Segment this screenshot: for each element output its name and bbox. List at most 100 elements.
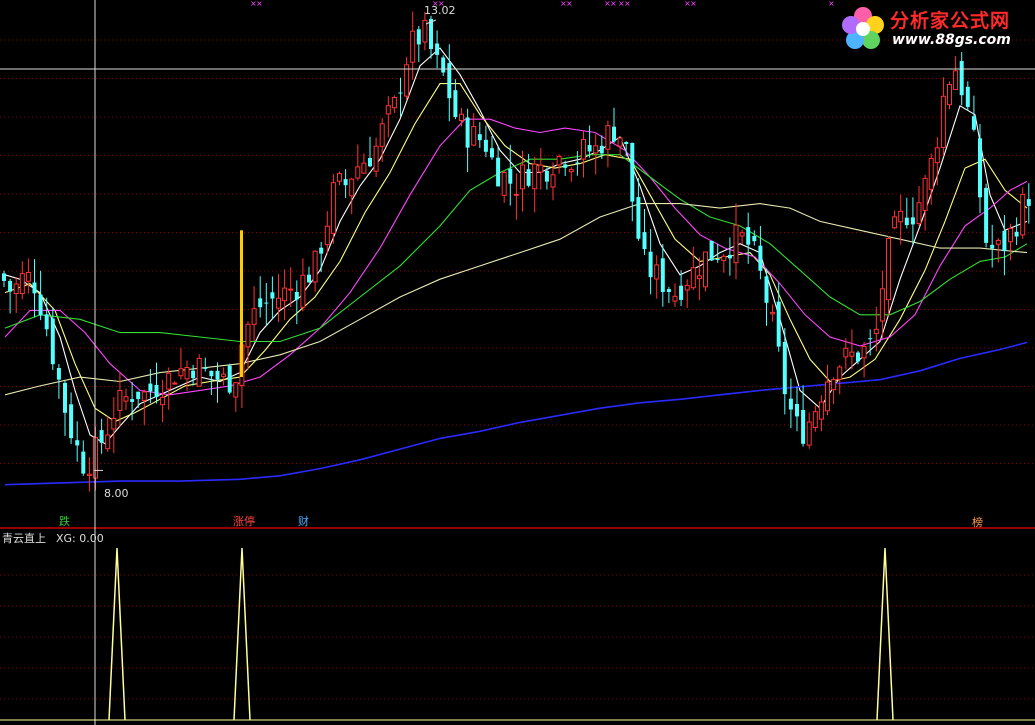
candle-down xyxy=(642,232,647,250)
candle-up xyxy=(538,164,544,173)
candle-down xyxy=(477,134,482,141)
candle-down xyxy=(666,289,671,292)
candle-down xyxy=(959,61,964,96)
candle-up xyxy=(940,95,946,148)
top-marker: × xyxy=(828,0,835,8)
candle-down xyxy=(526,169,531,186)
candle-up xyxy=(355,166,361,179)
candle-up xyxy=(581,139,586,160)
candle-up xyxy=(532,163,538,190)
logo-url: www.88gs.com xyxy=(892,32,1011,48)
candle-down xyxy=(612,126,616,142)
site-logo[interactable]: 分析家公式网 www.88gs.com xyxy=(838,4,1033,54)
candle-up xyxy=(330,182,336,234)
candle-down xyxy=(978,138,982,198)
candle-down xyxy=(69,404,74,439)
candle-up xyxy=(654,264,660,280)
candle-down xyxy=(758,245,763,271)
candle-down xyxy=(130,399,135,402)
candle-down xyxy=(227,365,232,393)
candle-up xyxy=(245,323,251,348)
candle-down xyxy=(856,352,860,362)
candle-down xyxy=(8,280,13,292)
top-marks: × × × × × × × × × × × × × xyxy=(250,0,835,8)
candle-down xyxy=(209,370,214,377)
candle-down xyxy=(38,294,43,316)
candle-up xyxy=(123,396,129,402)
candle-up xyxy=(178,368,184,377)
candle-up xyxy=(928,158,934,190)
candle-down xyxy=(1014,231,1019,237)
candle-down xyxy=(746,227,751,245)
candle-up xyxy=(19,273,25,295)
candle-down xyxy=(50,318,55,365)
candle-down xyxy=(483,139,488,152)
candle-down xyxy=(264,302,269,304)
candle-up xyxy=(568,169,574,173)
candle-down xyxy=(795,404,799,417)
candle-down xyxy=(343,179,348,186)
candle-down xyxy=(416,29,421,45)
candle-down xyxy=(587,145,592,152)
candle-down xyxy=(544,170,549,182)
candle-up xyxy=(184,367,190,380)
overlays xyxy=(0,0,1035,725)
candle-up xyxy=(471,126,477,146)
candle-up xyxy=(105,434,111,450)
signal-label-die: 跌 xyxy=(59,514,70,528)
top-marker: × xyxy=(690,0,697,8)
candle-up xyxy=(410,30,416,63)
candle-down xyxy=(752,236,757,242)
candle-up xyxy=(696,275,702,280)
candle-up xyxy=(300,274,306,308)
candle-up xyxy=(391,97,397,109)
candle-down xyxy=(648,251,653,278)
candle-down xyxy=(636,197,641,239)
candle-up xyxy=(886,238,891,301)
candle-down xyxy=(99,430,104,443)
candle-up xyxy=(843,347,849,358)
candle-up xyxy=(117,390,123,411)
candle-up xyxy=(892,216,898,229)
candle-up xyxy=(379,123,385,147)
candle-up xyxy=(825,381,830,412)
stock-chart: × × × × × × × × × × × × × 13.02 8.00 跌 涨停 财 榜 青云直上 X… xyxy=(0,0,1035,725)
candle-down xyxy=(319,247,324,254)
indicator-panel xyxy=(0,547,1035,721)
candle-down xyxy=(63,382,67,413)
candle-up xyxy=(288,288,294,291)
high-price-label: 13.02 xyxy=(424,4,456,17)
candle-down xyxy=(203,367,208,369)
candle-up xyxy=(721,255,727,261)
candle-down xyxy=(709,240,714,261)
candle-down xyxy=(81,451,86,474)
logo-title: 分析家公式网 xyxy=(890,10,1011,32)
candle-down xyxy=(490,148,494,158)
candle-up xyxy=(672,295,678,302)
candle-down xyxy=(788,398,793,410)
candle-down xyxy=(136,391,141,400)
candle-up xyxy=(172,382,178,385)
candle-down xyxy=(904,217,909,226)
grid-lines xyxy=(0,39,1035,700)
candle-down xyxy=(270,292,275,299)
candle-down xyxy=(965,86,970,107)
candle-down xyxy=(44,314,49,330)
candle-down xyxy=(984,187,989,243)
candle-up xyxy=(251,308,257,325)
candle-up xyxy=(373,145,379,172)
candle-up xyxy=(233,382,239,398)
candle-up xyxy=(995,239,1001,245)
candle-down xyxy=(148,383,153,392)
candle-up xyxy=(837,366,843,380)
candle-up xyxy=(849,351,855,357)
candle-up xyxy=(385,105,391,115)
candle-down xyxy=(453,90,458,117)
ma20-line xyxy=(4,118,1028,396)
candle-up xyxy=(916,202,922,225)
candle-down xyxy=(441,57,446,73)
candle-up xyxy=(282,287,288,302)
signal-label-cai: 财 xyxy=(298,514,309,528)
top-marker: × xyxy=(624,0,631,8)
candle-down xyxy=(56,368,61,380)
